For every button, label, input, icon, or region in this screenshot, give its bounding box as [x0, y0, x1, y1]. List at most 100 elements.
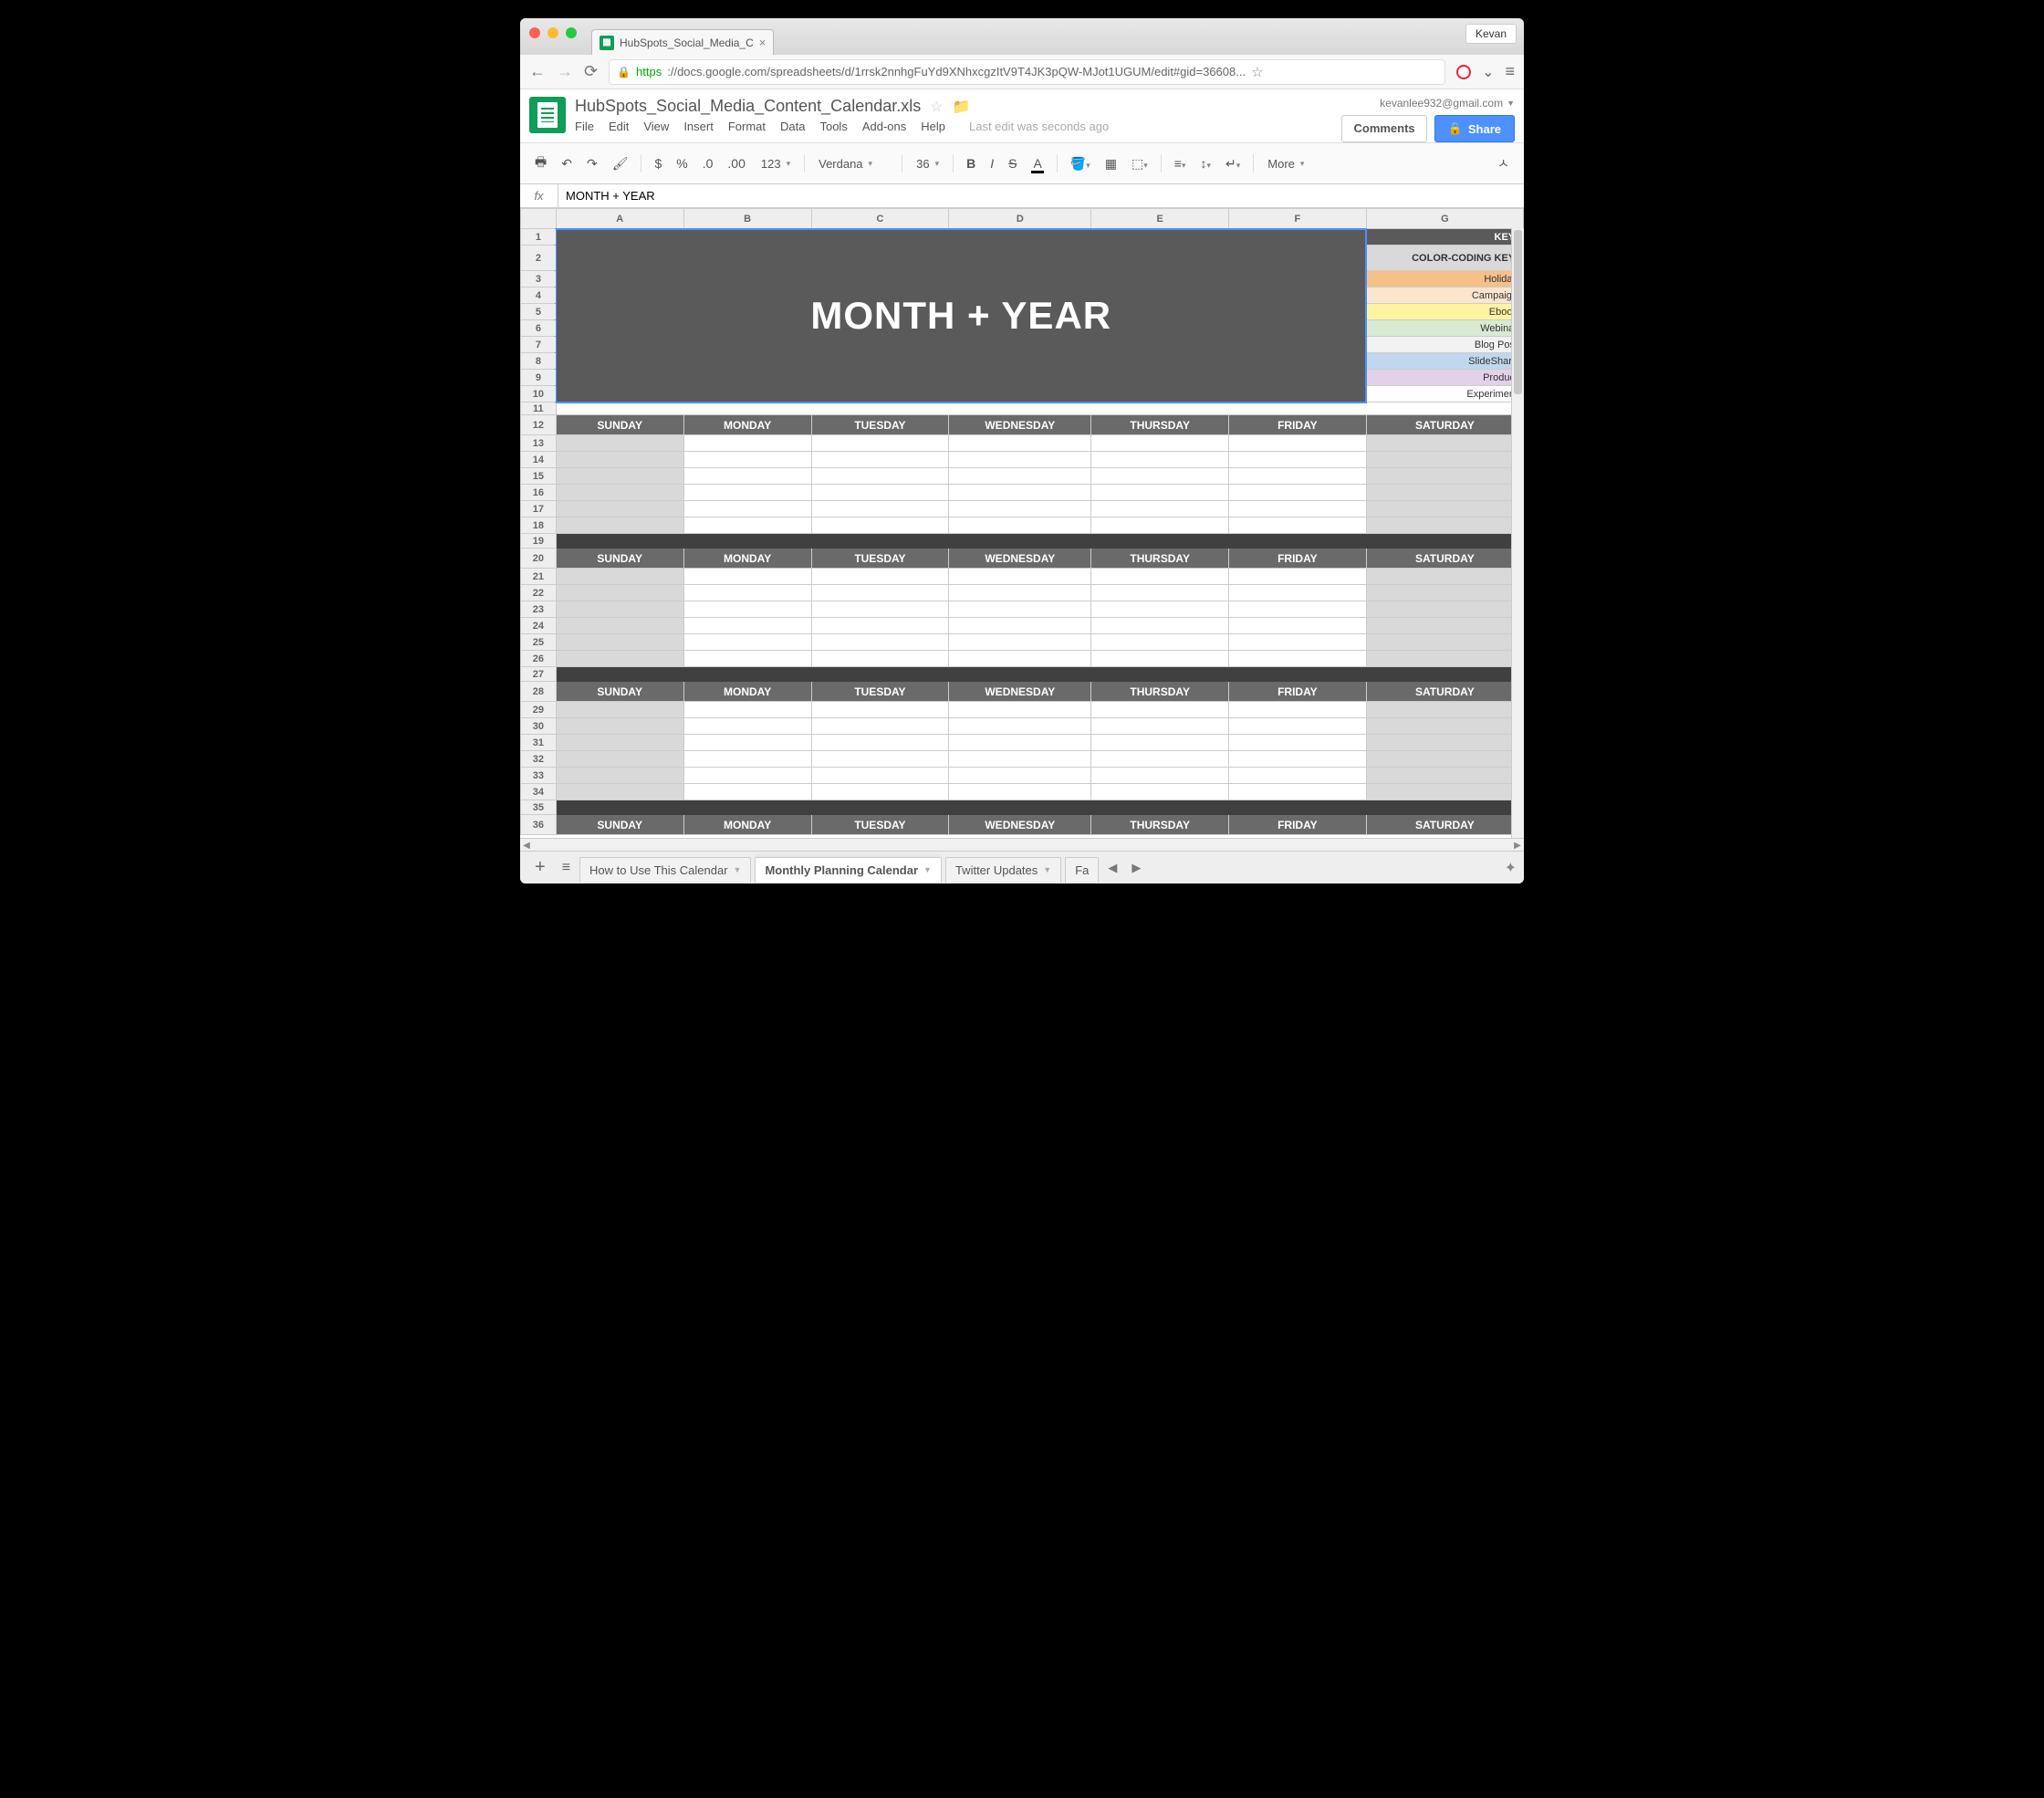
cell[interactable] — [1091, 435, 1229, 452]
add-sheet-button[interactable]: + — [527, 857, 553, 878]
day-header[interactable]: SUNDAY — [556, 415, 683, 435]
cell[interactable] — [1229, 702, 1367, 718]
cell[interactable] — [556, 601, 683, 618]
row-header[interactable]: 16 — [521, 485, 557, 501]
cell[interactable] — [1366, 452, 1523, 468]
cell[interactable] — [556, 485, 683, 501]
cell[interactable] — [811, 601, 949, 618]
address-bar[interactable]: 🔒 https ://docs.google.com/spreadsheets/… — [609, 59, 1445, 85]
close-window-button[interactable] — [529, 27, 540, 38]
row-header[interactable]: 8 — [521, 353, 557, 370]
menu-edit[interactable]: Edit — [609, 120, 629, 133]
cell[interactable] — [1229, 768, 1367, 784]
cell[interactable] — [1091, 634, 1229, 651]
cell[interactable] — [1091, 702, 1229, 718]
key-blogpost[interactable]: Blog Post — [1366, 337, 1523, 353]
cell[interactable] — [683, 569, 811, 585]
browser-tab[interactable]: ▦ HubSpots_Social_Media_C × — [591, 29, 774, 55]
cell[interactable] — [949, 651, 1091, 667]
select-all-corner[interactable] — [521, 209, 557, 229]
cell[interactable] — [683, 601, 811, 618]
cell[interactable] — [683, 452, 811, 468]
cell[interactable] — [1229, 618, 1367, 634]
day-header[interactable]: SATURDAY — [1366, 415, 1523, 435]
menu-data[interactable]: Data — [780, 120, 805, 133]
print-icon[interactable]: 🖶 — [529, 149, 552, 178]
separator-row[interactable] — [556, 800, 1523, 815]
cell[interactable] — [683, 768, 811, 784]
day-header[interactable]: THURSDAY — [1091, 682, 1229, 702]
cell[interactable] — [1091, 768, 1229, 784]
day-header[interactable]: SUNDAY — [556, 815, 683, 835]
row-header[interactable]: 24 — [521, 618, 557, 634]
col-header[interactable]: G — [1366, 209, 1523, 229]
day-header[interactable]: MONDAY — [683, 415, 811, 435]
cell[interactable] — [811, 651, 949, 667]
cell[interactable] — [1366, 634, 1523, 651]
move-folder-icon[interactable]: 📁 — [953, 98, 971, 116]
day-header[interactable]: TUESDAY — [811, 815, 949, 835]
tab-scroll-right-icon[interactable]: ▶ — [1126, 861, 1146, 875]
row-header[interactable]: 1 — [521, 229, 557, 246]
row-header[interactable]: 6 — [521, 320, 557, 337]
day-header[interactable]: MONDAY — [683, 815, 811, 835]
day-header[interactable]: SUNDAY — [556, 549, 683, 569]
menu-tools[interactable]: Tools — [819, 120, 847, 133]
menu-format[interactable]: Format — [728, 120, 766, 133]
banner-cell[interactable]: MONTH + YEAR — [556, 229, 1366, 402]
cell[interactable] — [811, 435, 949, 452]
cell[interactable] — [811, 485, 949, 501]
cell[interactable] — [949, 485, 1091, 501]
cell[interactable] — [1091, 569, 1229, 585]
cell[interactable] — [1366, 501, 1523, 517]
cell[interactable] — [811, 702, 949, 718]
row-header[interactable]: 29 — [521, 702, 557, 718]
row-header[interactable]: 2 — [521, 246, 557, 271]
key-header[interactable]: KEY: — [1366, 229, 1523, 246]
row-header[interactable]: 31 — [521, 735, 557, 751]
row-header[interactable]: 22 — [521, 585, 557, 601]
day-header[interactable]: WEDNESDAY — [949, 682, 1091, 702]
row-header[interactable]: 13 — [521, 435, 557, 452]
font-select[interactable]: Verdana▾ — [812, 153, 894, 174]
day-header[interactable]: WEDNESDAY — [949, 549, 1091, 569]
row-header[interactable]: 36 — [521, 815, 557, 835]
row-header[interactable]: 15 — [521, 468, 557, 485]
cell[interactable] — [1091, 485, 1229, 501]
menu-help[interactable]: Help — [921, 120, 945, 133]
cell[interactable] — [1366, 485, 1523, 501]
cell[interactable] — [683, 468, 811, 485]
number-format-select[interactable]: 123▾ — [755, 153, 797, 174]
cell[interactable] — [683, 501, 811, 517]
cell[interactable] — [949, 501, 1091, 517]
cell[interactable] — [811, 784, 949, 800]
vertical-scrollbar[interactable] — [1511, 228, 1524, 838]
cell[interactable] — [1229, 718, 1367, 735]
cell[interactable] — [811, 735, 949, 751]
cell[interactable] — [949, 768, 1091, 784]
key-product[interactable]: Product — [1366, 370, 1523, 386]
cell[interactable] — [1091, 784, 1229, 800]
day-header[interactable]: WEDNESDAY — [949, 815, 1091, 835]
day-header[interactable]: SATURDAY — [1366, 682, 1523, 702]
cell[interactable] — [683, 735, 811, 751]
cell[interactable] — [1091, 651, 1229, 667]
cell[interactable] — [1229, 735, 1367, 751]
sheet-tab-active[interactable]: Monthly Planning Calendar▼ — [755, 857, 942, 883]
opera-extension-icon[interactable] — [1456, 65, 1471, 79]
pocket-extension-icon[interactable]: ⌄ — [1482, 63, 1494, 81]
day-header[interactable]: THURSDAY — [1091, 549, 1229, 569]
col-header[interactable]: B — [683, 209, 811, 229]
row-header[interactable]: 34 — [521, 784, 557, 800]
italic-button[interactable]: I — [985, 152, 999, 174]
cell[interactable] — [683, 585, 811, 601]
row-header[interactable]: 7 — [521, 337, 557, 353]
comments-button[interactable]: Comments — [1341, 115, 1426, 142]
cell[interactable] — [1366, 468, 1523, 485]
row-header[interactable]: 5 — [521, 304, 557, 320]
cell[interactable] — [683, 435, 811, 452]
strike-button[interactable]: S — [1003, 152, 1022, 174]
day-header[interactable]: MONDAY — [683, 549, 811, 569]
row-header[interactable]: 11 — [521, 402, 557, 415]
cell[interactable] — [1091, 735, 1229, 751]
